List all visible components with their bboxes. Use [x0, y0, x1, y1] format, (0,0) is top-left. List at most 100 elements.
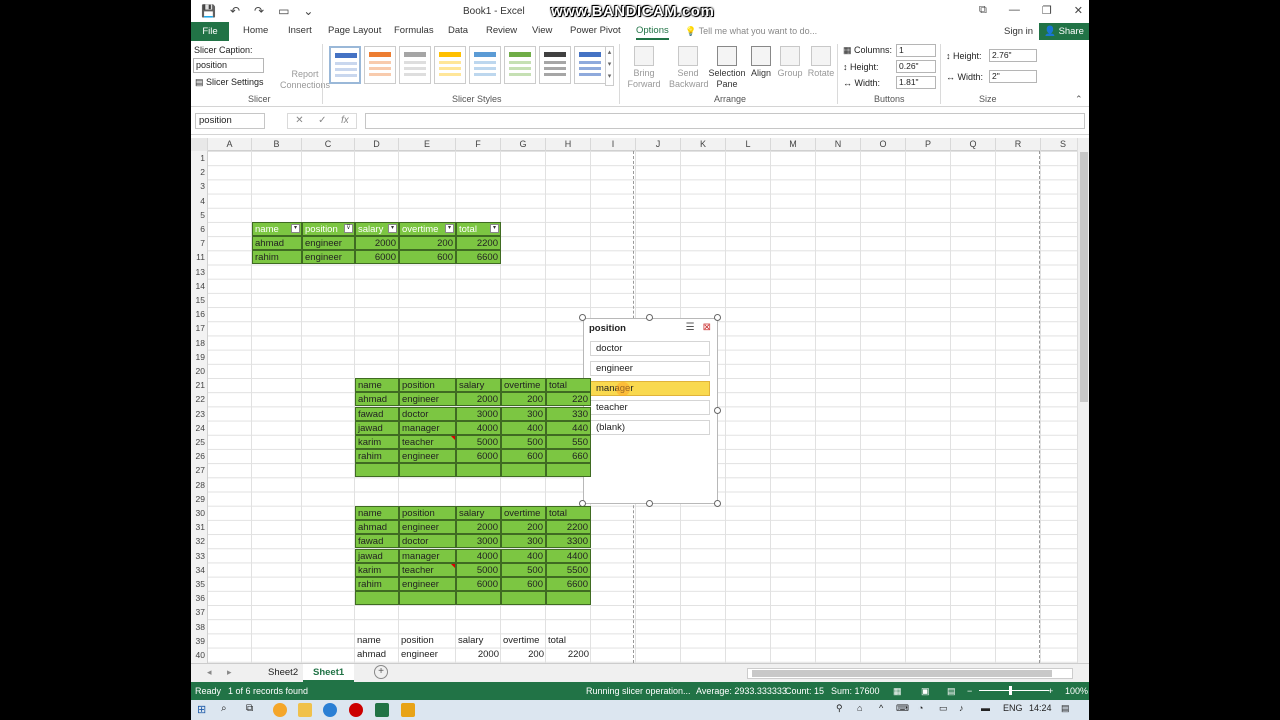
row-header[interactable]: 4 — [191, 194, 207, 208]
volume-icon[interactable]: ♪ — [959, 703, 964, 713]
edge-icon[interactable] — [323, 703, 337, 717]
row-header[interactable]: 3 — [191, 179, 207, 193]
tab-review[interactable]: Review — [486, 25, 517, 36]
save-icon[interactable]: 💾 — [201, 4, 216, 18]
table-cell[interactable]: rahim — [355, 449, 399, 464]
task-view-icon[interactable]: ⧉ — [246, 703, 253, 714]
row-header[interactable]: 37 — [191, 605, 207, 619]
clock[interactable]: 14:24 — [1029, 703, 1052, 713]
bring-forward-button[interactable]: Bring Forward — [626, 46, 662, 90]
table-header-cell[interactable]: name — [355, 378, 399, 393]
wifi-icon[interactable]: ◔ — [918, 703, 923, 713]
slicer-caption-input[interactable]: position — [193, 58, 264, 73]
filter-dropdown-icon[interactable]: ▾ — [388, 224, 397, 233]
horizontal-scroll-thumb[interactable] — [752, 670, 1052, 677]
tab-formulas[interactable]: Formulas — [394, 25, 434, 36]
column-header[interactable]: I — [591, 138, 636, 151]
slicer-style-swatch[interactable] — [434, 46, 466, 84]
row-header[interactable]: 40 — [191, 648, 207, 662]
collapse-ribbon-icon[interactable]: ⌃ — [1075, 94, 1083, 105]
next-sheet-icon[interactable]: ▸ — [227, 667, 232, 678]
normal-view-icon[interactable]: ▦ — [893, 682, 902, 700]
table-header-cell[interactable]: overtime — [501, 378, 546, 393]
slicer-style-swatch[interactable] — [329, 46, 361, 84]
table-cell[interactable]: 660 — [546, 449, 591, 464]
column-header[interactable]: M — [771, 138, 816, 151]
excel-taskbar-icon[interactable] — [375, 703, 389, 717]
table-cell[interactable]: rahim — [355, 577, 399, 591]
enter-icon[interactable]: ✓ — [318, 114, 326, 128]
table-cell[interactable]: 2000 — [355, 236, 399, 251]
slicer-settings-button[interactable]: ▤ Slicer Settings — [195, 77, 264, 88]
table-header-cell[interactable]: position — [399, 378, 456, 393]
resize-handle[interactable] — [646, 314, 653, 321]
name-box[interactable]: position — [195, 113, 265, 129]
send-backward-button[interactable]: Send Backward — [669, 46, 709, 90]
horizontal-scrollbar[interactable] — [747, 668, 1073, 679]
table-cell[interactable]: engineer — [399, 392, 456, 407]
fx-icon[interactable]: fx — [341, 114, 349, 128]
table-cell[interactable]: karim — [355, 562, 399, 577]
table-cell[interactable]: 2200 — [546, 520, 591, 535]
multi-select-icon[interactable]: ☰ — [686, 322, 695, 333]
table-cell[interactable]: 300 — [501, 406, 546, 421]
row-header[interactable]: 19 — [191, 350, 207, 364]
table-cell[interactable]: doctor — [399, 406, 456, 421]
table-cell[interactable] — [456, 463, 501, 478]
table-cell[interactable]: manager — [399, 420, 456, 435]
column-header[interactable]: B — [252, 138, 302, 151]
tab-data[interactable]: Data — [448, 25, 468, 36]
table-cell[interactable]: 550 — [546, 435, 591, 449]
table-cell[interactable] — [355, 591, 399, 606]
minimize-icon[interactable]: — — [1009, 4, 1020, 17]
table-cell[interactable]: 200 — [501, 520, 546, 535]
people-icon[interactable]: ⚲ — [836, 703, 843, 714]
row-header[interactable]: 6 — [191, 222, 207, 236]
row-header[interactable]: 18 — [191, 336, 207, 350]
table-cell[interactable]: 600 — [399, 250, 456, 265]
display-icon[interactable]: ▭ — [939, 703, 948, 714]
row-header[interactable]: 17 — [191, 321, 207, 335]
tab-power-pivot[interactable]: Power Pivot — [570, 25, 621, 36]
select-all-corner[interactable] — [191, 138, 208, 151]
table-cell[interactable]: 400 — [501, 420, 546, 435]
table-cell[interactable] — [399, 463, 456, 478]
table-cell[interactable]: 4400 — [546, 548, 591, 563]
report-connections-button[interactable]: Report Connections — [279, 69, 331, 91]
row-header[interactable]: 2 — [191, 165, 207, 179]
row-header[interactable]: 30 — [191, 506, 207, 520]
table-cell[interactable] — [501, 591, 546, 606]
customize-qat-icon[interactable]: ⌄ — [303, 4, 313, 18]
cancel-icon[interactable]: ✕ — [295, 114, 303, 128]
table-cell[interactable]: manager — [399, 548, 456, 563]
row-header[interactable]: 35 — [191, 577, 207, 591]
tab-view[interactable]: View — [532, 25, 552, 36]
column-header[interactable]: L — [726, 138, 771, 151]
table-header-cell[interactable]: total — [546, 378, 591, 393]
table-cell[interactable] — [456, 591, 501, 606]
table-header-cell[interactable]: salary — [456, 634, 501, 648]
table-header-cell[interactable]: position — [399, 634, 456, 648]
tray-up-icon[interactable]: ^ — [879, 703, 883, 713]
zoom-in-icon[interactable]: + — [1048, 682, 1053, 700]
sheet-tab-sheet2[interactable]: Sheet2 — [258, 664, 308, 682]
slicer-style-swatch[interactable] — [399, 46, 431, 84]
size-width-spinner[interactable]: 2" — [989, 70, 1037, 83]
filter-dropdown-icon[interactable]: ▾ — [291, 224, 300, 233]
table-cell[interactable]: engineer — [399, 449, 456, 464]
table-cell[interactable]: jawad — [355, 548, 399, 563]
table-header-cell[interactable]: salary — [456, 378, 501, 393]
table-cell[interactable]: karim — [355, 435, 399, 449]
table-cell[interactable]: 2200 — [456, 236, 501, 251]
search-icon[interactable]: ⌕ — [221, 703, 227, 714]
table-cell[interactable]: 5000 — [456, 435, 501, 449]
row-header[interactable]: 22 — [191, 392, 207, 406]
language-indicator[interactable]: ENG — [1003, 703, 1023, 713]
table-header-cell[interactable]: total — [546, 506, 591, 520]
row-header[interactable]: 33 — [191, 549, 207, 563]
table-cell[interactable]: teacher — [399, 562, 456, 577]
slicer-style-swatch[interactable] — [504, 46, 536, 84]
filter-dropdown-icon[interactable]: ▾ — [490, 224, 499, 233]
tab-file[interactable]: File — [191, 22, 229, 41]
table-cell[interactable]: 2000 — [456, 520, 501, 535]
